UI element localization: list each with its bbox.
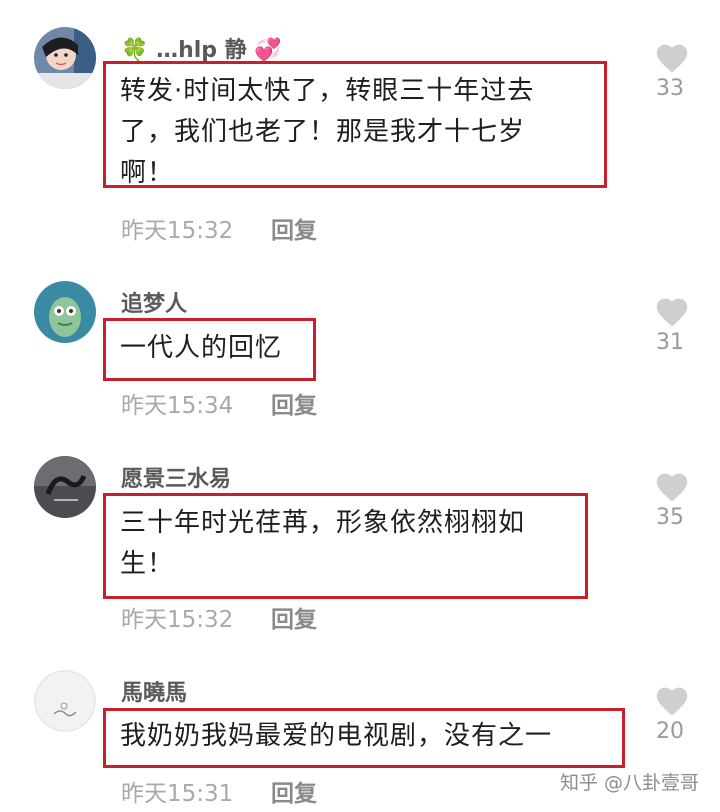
watermark: 知乎 @八卦壹哥 <box>560 772 700 794</box>
comment-time: 昨天15:32 <box>121 607 234 633</box>
heart-icon <box>656 473 688 502</box>
avatar[interactable] <box>34 456 96 518</box>
username[interactable]: 🍀 …hlp 静 💞 <box>121 32 282 64</box>
heart-icon <box>656 687 688 716</box>
avatar[interactable] <box>34 670 96 732</box>
comment-time: 昨天15:34 <box>121 393 234 419</box>
heart-icon <box>656 44 688 73</box>
username[interactable]: 愿景三水易 <box>121 461 231 493</box>
comment-time: 昨天15:31 <box>121 781 234 807</box>
comment-text: 转发·时间太快了，转眼三十年过去 了，我们也老了！那是我才十七岁 啊！ <box>120 76 535 188</box>
like-count: 20 <box>656 719 684 744</box>
like-count: 31 <box>656 330 684 355</box>
like-button[interactable]: 35 <box>652 471 692 530</box>
clover-icon: 🍀 <box>121 38 149 63</box>
like-button[interactable]: 20 <box>652 685 692 744</box>
hearts-emoji-icon: 💞 <box>254 38 282 63</box>
comment-time: 昨天15:32 <box>121 218 234 244</box>
like-count: 33 <box>656 76 684 101</box>
username[interactable]: 追梦人 <box>121 286 187 318</box>
like-count: 35 <box>656 505 684 530</box>
reply-button[interactable]: 回复 <box>271 211 317 245</box>
comment-text: 三十年时光荏苒，形象依然栩栩如 生！ <box>120 508 526 579</box>
like-button[interactable]: 31 <box>652 296 692 355</box>
avatar[interactable] <box>34 27 96 89</box>
avatar[interactable] <box>34 281 96 343</box>
reply-button[interactable]: 回复 <box>271 600 317 634</box>
comment-text: 一代人的回忆 <box>120 333 283 363</box>
username[interactable]: 馬曉馬 <box>121 675 187 707</box>
comment-text: 我奶奶我妈最爱的电视剧，没有之一 <box>120 721 553 751</box>
reply-button[interactable]: 回复 <box>271 774 317 808</box>
like-button[interactable]: 33 <box>652 42 692 101</box>
heart-icon <box>656 298 688 327</box>
reply-button[interactable]: 回复 <box>271 386 317 420</box>
